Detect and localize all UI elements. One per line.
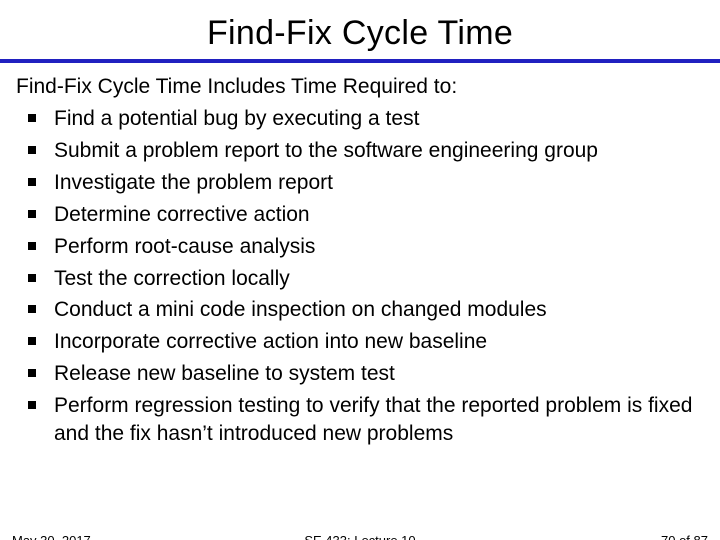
footer-page: 70 of 87 [661, 533, 708, 540]
slide-title: Find-Fix Cycle Time [0, 14, 720, 53]
list-item: Perform root-cause analysis [28, 233, 704, 261]
list-item: Perform regression testing to verify tha… [28, 392, 704, 449]
square-bullet-icon [28, 178, 36, 186]
list-item-text: Release new baseline to system test [54, 362, 395, 385]
slide: Find-Fix Cycle Time Find-Fix Cycle Time … [0, 14, 720, 540]
list-item-text: Determine corrective action [54, 203, 310, 226]
page-current: 70 [661, 533, 675, 540]
list-item-text: Find a potential bug by executing a test [54, 107, 419, 130]
page-total: 87 [694, 533, 708, 540]
list-item: Test the correction locally [28, 265, 704, 293]
square-bullet-icon [28, 146, 36, 154]
list-item-text: Incorporate corrective action into new b… [54, 330, 487, 353]
square-bullet-icon [28, 242, 36, 250]
list-item-text: Perform root-cause analysis [54, 235, 315, 258]
list-item-text: Conduct a mini code inspection on change… [54, 298, 547, 321]
footer-course: SE 433: Lecture 10 [0, 533, 720, 540]
list-item: Release new baseline to system test [28, 360, 704, 388]
square-bullet-icon [28, 210, 36, 218]
list-item-text: Test the correction locally [54, 267, 290, 290]
list-item: Conduct a mini code inspection on change… [28, 296, 704, 324]
list-item: Determine corrective action [28, 201, 704, 229]
list-item-text: Investigate the problem report [54, 171, 333, 194]
square-bullet-icon [28, 114, 36, 122]
square-bullet-icon [28, 305, 36, 313]
title-rule [0, 59, 720, 63]
list-item: Investigate the problem report [28, 169, 704, 197]
square-bullet-icon [28, 369, 36, 377]
list-item: Incorporate corrective action into new b… [28, 328, 704, 356]
list-item-text: Submit a problem report to the software … [54, 139, 598, 162]
bullet-list: Find a potential bug by executing a test… [16, 105, 704, 448]
list-item: Find a potential bug by executing a test [28, 105, 704, 133]
page-of: of [675, 533, 693, 540]
list-item-text: Perform regression testing to verify tha… [54, 394, 692, 445]
square-bullet-icon [28, 274, 36, 282]
square-bullet-icon [28, 337, 36, 345]
intro-text: Find-Fix Cycle Time Includes Time Requir… [16, 73, 704, 101]
slide-body: Find-Fix Cycle Time Includes Time Requir… [0, 73, 720, 449]
square-bullet-icon [28, 401, 36, 409]
list-item: Submit a problem report to the software … [28, 137, 704, 165]
